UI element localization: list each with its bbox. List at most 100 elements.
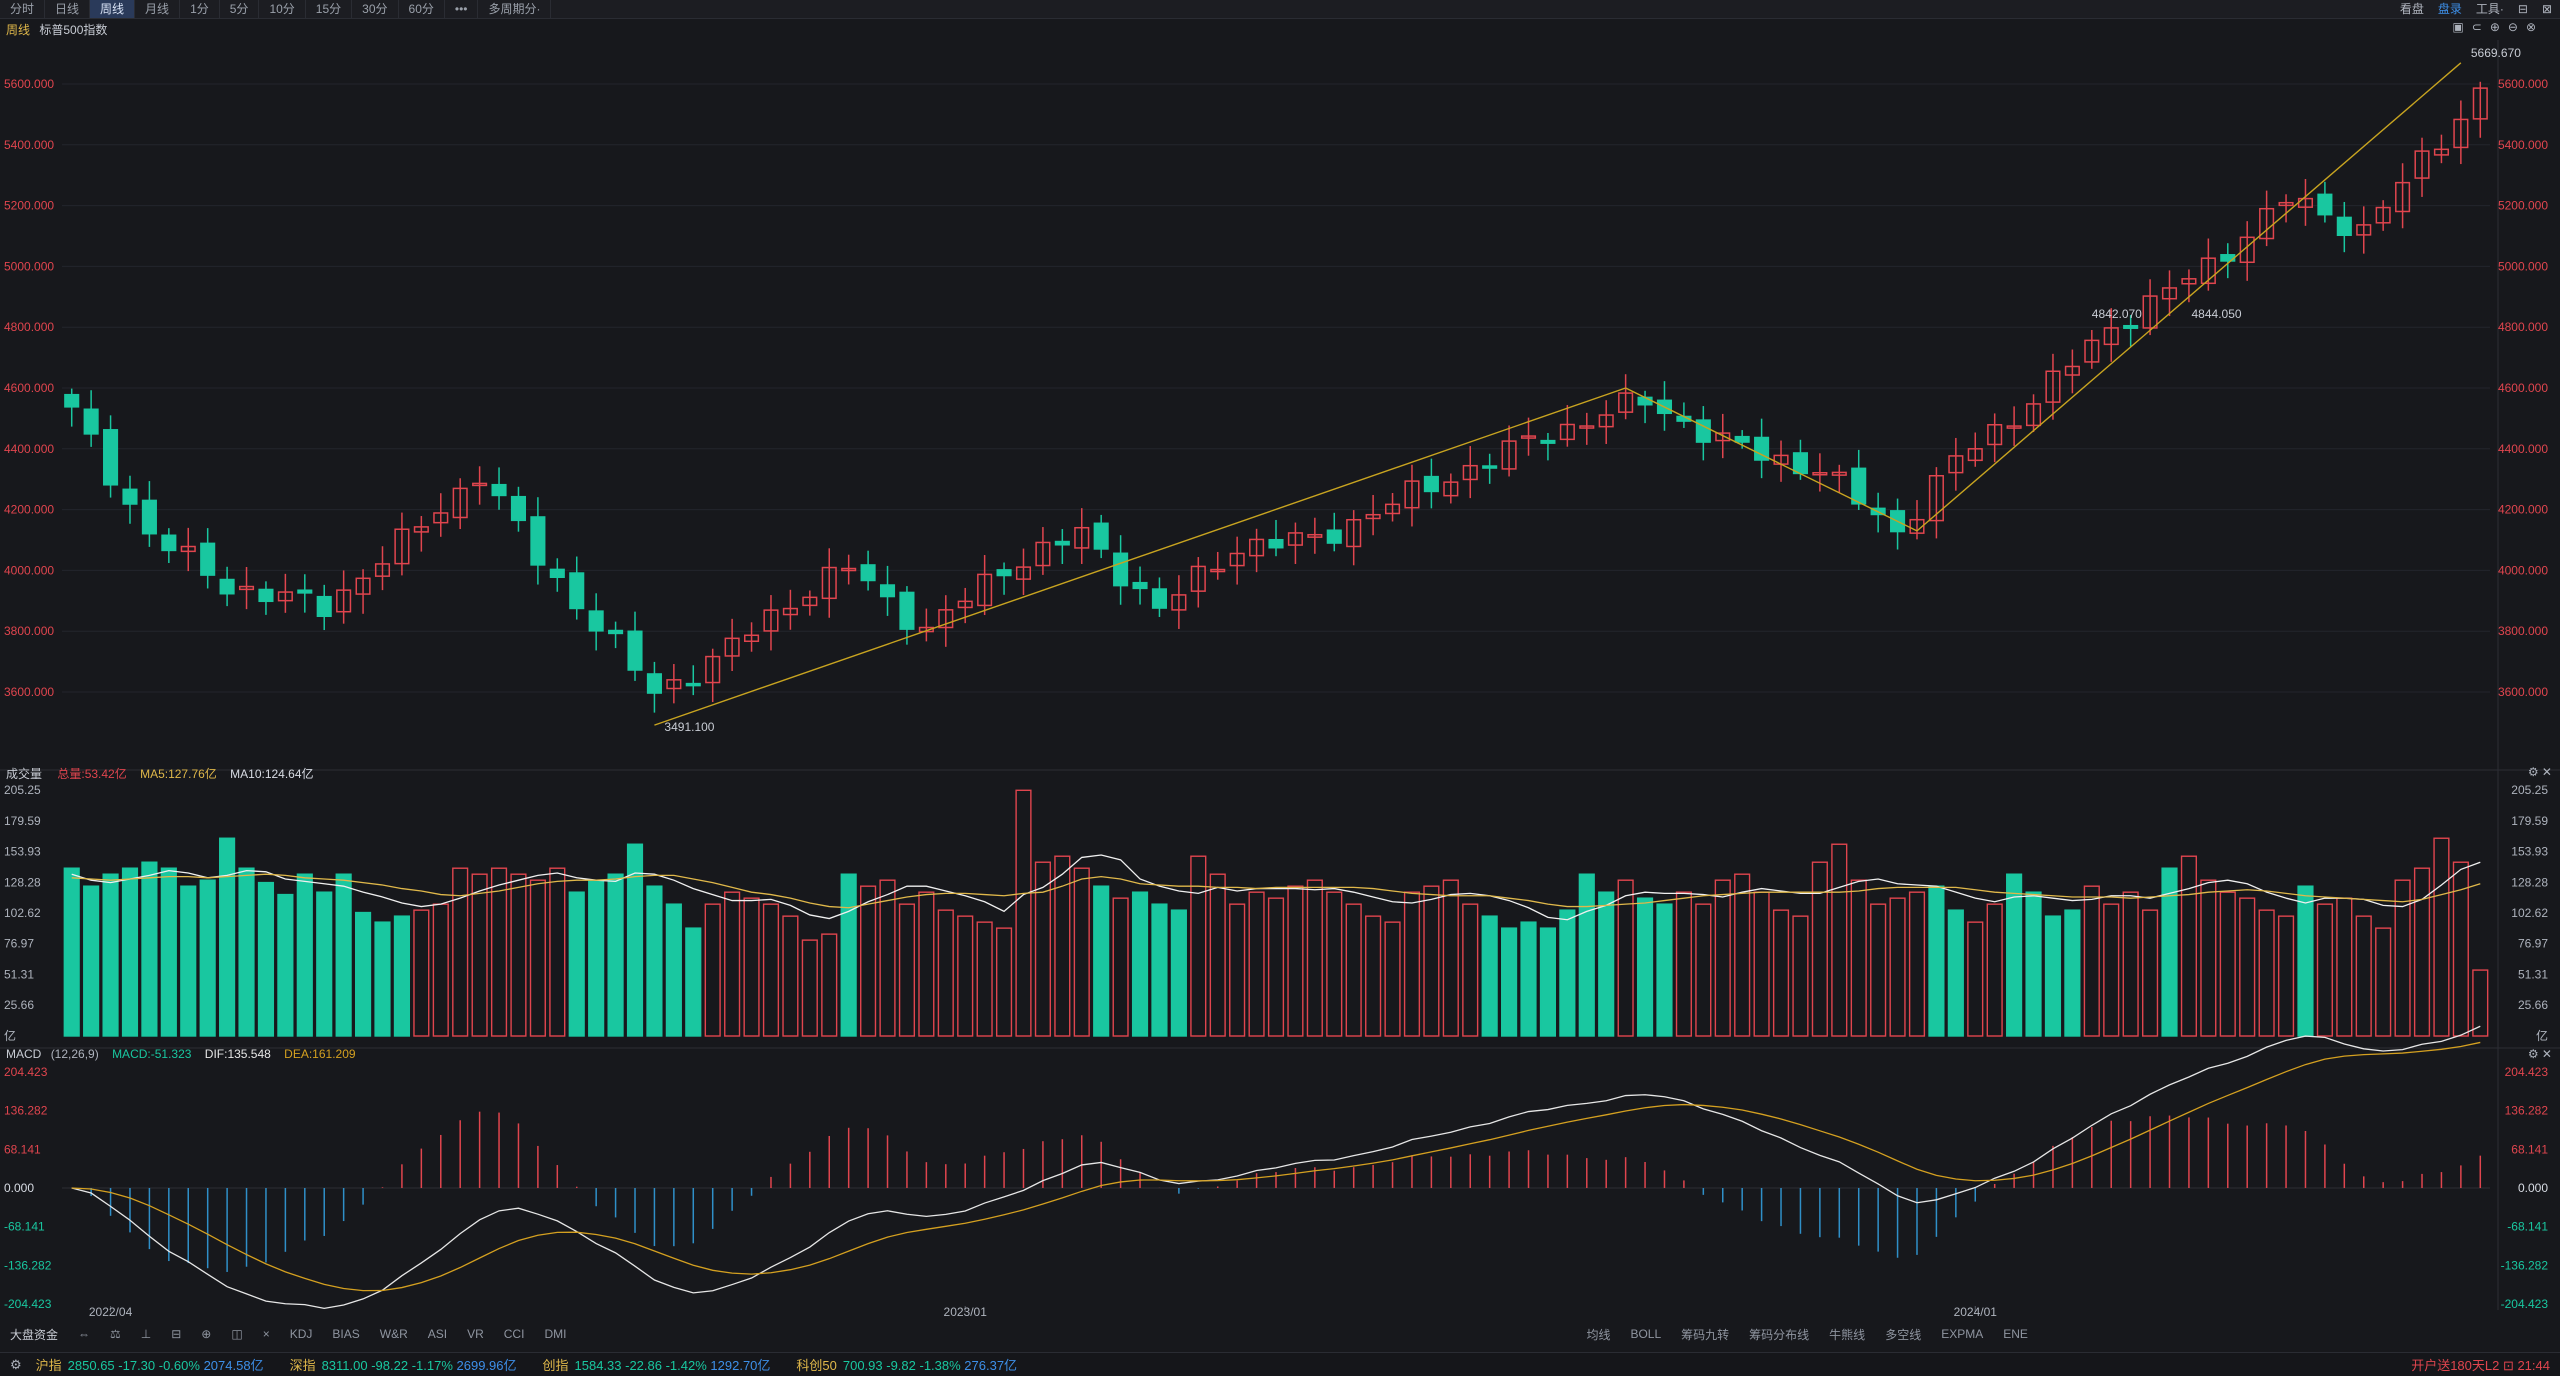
volume-bar [452,867,469,1037]
candle [1171,575,1187,629]
candle [472,466,488,505]
tool-icon-1[interactable]: ⚖ [100,1327,131,1341]
index-change: 700.93 -9.82 -1.38% [842,1358,965,1373]
candle [1695,406,1711,461]
tool-icon-5[interactable]: ◫ [221,1327,252,1341]
price-tick-right: 5200.000 [2498,199,2548,213]
price-tick-left: 4800.000 [4,320,54,334]
indicator-tab-bias[interactable]: BIAS [322,1327,369,1341]
indicator-tab-right-5[interactable]: 多空线 [1875,1326,1931,1343]
tool-icon-0[interactable]: ⇔ [68,1327,100,1341]
volume-label: 成交量 [6,767,43,781]
tool-icon-2[interactable]: ⊥ [131,1327,161,1341]
volume-bar [141,861,158,1037]
volume-bar [782,915,799,1037]
volume-bar [860,885,877,1037]
volume-bar [1636,897,1654,1037]
index-amount: 276.37亿 [964,1358,1018,1373]
candle [1618,374,1634,420]
price-tick-left: 3600.000 [4,685,54,699]
volume-bar [2472,969,2489,1037]
macd-settings-icon[interactable]: ⚙ ✕ [2528,1047,2552,1061]
high-annotation: 5669.670 [2471,46,2521,60]
fund-flow-tab[interactable]: 大盘资金 [0,1326,68,1343]
candle [530,497,546,585]
candle [918,608,934,642]
grid-lines [0,40,2560,1310]
candle [1851,449,1867,511]
indicator-tab-asi[interactable]: ASI [418,1327,457,1341]
candle-body [588,610,604,632]
volume-settings-icon[interactable]: ⚙ ✕ [2528,765,2552,779]
volume-bar [2025,891,2042,1037]
tool-icon-4[interactable]: ⊕ [191,1327,221,1341]
volume-bar [937,909,954,1037]
settings-gear-icon[interactable]: ⚙ [10,1357,22,1373]
candle [1423,458,1439,509]
indicator-tab-right-6[interactable]: EXPMA [1931,1327,1993,1341]
time-label: 2022/04 [89,1305,133,1319]
volume-bar [335,873,352,1037]
price-tick-left: 5400.000 [4,138,54,152]
candle [608,621,624,649]
volume-bar [1928,885,1945,1037]
promo-text[interactable]: 开户送180天L2 ⊡ 21:44 [2411,1355,2550,1374]
index-quote[interactable]: 科创50 700.93 -9.82 -1.38% 276.37亿 [796,1355,1017,1374]
candle [2472,81,2488,138]
indicator-tab-w&r[interactable]: W&R [370,1327,418,1341]
time-label: 2024/01 [1954,1305,1998,1319]
indicator-tab-right-7[interactable]: ENE [1993,1327,2038,1341]
candle-body [685,682,701,687]
tool-icon-6[interactable]: × [253,1327,280,1341]
volume-bar [724,891,741,1037]
volume-bar [1248,891,1265,1037]
macd-tick-left: 68.141 [4,1142,41,1156]
indicator-tab-right-2[interactable]: 筹码九转 [1671,1326,1739,1343]
indicator-tab-right-0[interactable]: 均线 [1576,1326,1620,1343]
candle [938,595,954,647]
volume-bar [1073,867,1090,1037]
candle [2433,134,2449,164]
index-quote[interactable]: 沪指 2850.65 -17.30 -0.60% 2074.58亿 [36,1355,264,1374]
price-tick-right: 4000.000 [2498,563,2548,577]
candle [1482,453,1498,484]
candle [1501,425,1517,477]
indicator-tab-right-1[interactable]: BOLL [1620,1327,1671,1341]
tool-icon-3[interactable]: ⊟ [161,1327,191,1341]
trend-lines [654,62,2462,726]
volume-bar [918,891,935,1037]
indicator-tab-kdj[interactable]: KDJ [280,1327,323,1341]
candle [141,481,157,547]
chart-canvas[interactable]: 5600.000 5600.000 5400.000 5400.000 5200.000… [0,0,2560,1375]
volume-bar [2316,903,2333,1037]
macd-label[interactable]: MACD [6,1047,41,1061]
index-quote[interactable]: 创指 1584.33 -22.86 -1.42% 1292.70亿 [543,1355,771,1374]
candle [2297,179,2314,226]
candle [1462,446,1478,499]
indicator-tab-dmi[interactable]: DMI [534,1327,576,1341]
volume-bar [296,873,313,1037]
macd-tick-left: 204.423 [4,1065,48,1079]
volume-bar [2297,885,2314,1037]
volume-bar [2103,903,2120,1037]
index-quote[interactable]: 深指 8311.00 -98.22 -1.17% 2699.96亿 [290,1355,517,1374]
candle-body [1113,552,1129,587]
candle [510,486,527,532]
candle-body [83,408,99,435]
volume-bar [1151,903,1168,1037]
candle [569,556,585,620]
indicator-tab-vr[interactable]: VR [457,1327,494,1341]
volume-bar [588,879,605,1037]
volume-bar [199,879,216,1037]
indicator-tab-cci[interactable]: CCI [494,1327,535,1341]
volume-tick-right: 25.66 [2518,998,2548,1012]
candle [1443,473,1459,504]
candle-body [1054,540,1070,546]
candle-body [2123,324,2139,329]
candle [1365,494,1381,536]
volume-bar [1695,903,1712,1037]
indicator-tab-right-4[interactable]: 牛熊线 [1819,1326,1875,1343]
price-tick-left: 4200.000 [4,503,54,517]
macd-tick-right: 68.141 [2511,1142,2548,1156]
indicator-tab-right-3[interactable]: 筹码分布线 [1739,1326,1819,1343]
